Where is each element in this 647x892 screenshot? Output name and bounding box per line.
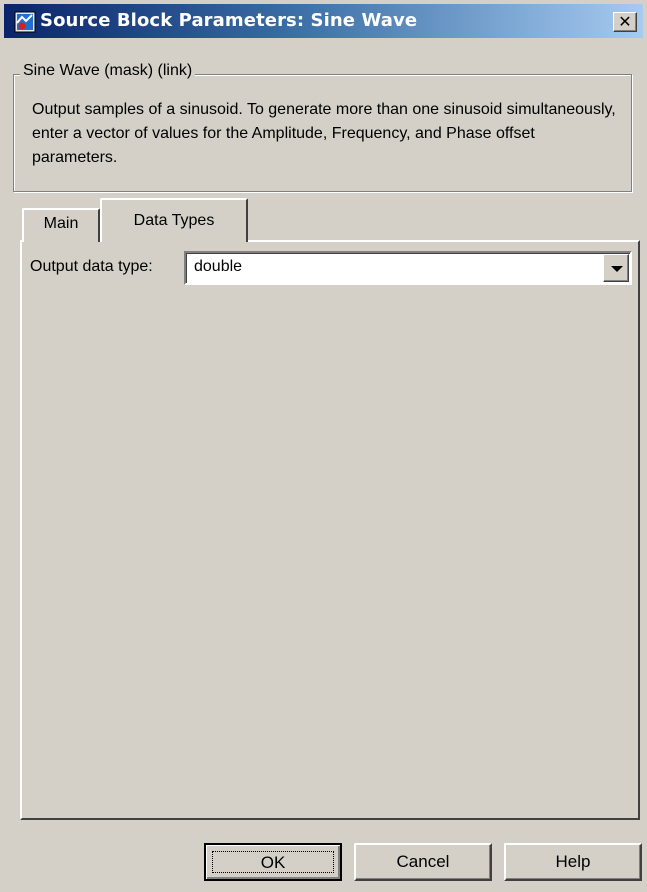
- ok-button[interactable]: OK: [204, 843, 342, 881]
- tab-main[interactable]: Main: [22, 208, 100, 242]
- output-data-type-label: Output data type:: [30, 258, 153, 275]
- dropdown-button[interactable]: [603, 254, 629, 282]
- block-description: Output samples of a sinusoid. To generat…: [32, 101, 616, 166]
- chevron-down-icon: [611, 266, 623, 272]
- simulink-block-icon: [14, 11, 36, 33]
- cancel-button[interactable]: Cancel: [354, 843, 492, 881]
- close-icon: ✕: [618, 12, 632, 31]
- output-data-type-value: double: [194, 258, 243, 275]
- help-button[interactable]: Help: [504, 843, 642, 881]
- window-title: Source Block Parameters: Sine Wave: [40, 10, 418, 31]
- group-legend: Sine Wave (mask) (link): [20, 62, 196, 80]
- tab-panel-data-types: [20, 240, 640, 820]
- ok-button-label: OK: [212, 851, 334, 873]
- output-data-type-select[interactable]: double: [184, 251, 632, 285]
- title-bar[interactable]: Source Block Parameters: Sine Wave ✕: [4, 4, 643, 38]
- close-button[interactable]: ✕: [613, 12, 637, 32]
- tab-data-types[interactable]: Data Types: [100, 198, 248, 242]
- dialog-window: Source Block Parameters: Sine Wave ✕ Sin…: [0, 0, 647, 892]
